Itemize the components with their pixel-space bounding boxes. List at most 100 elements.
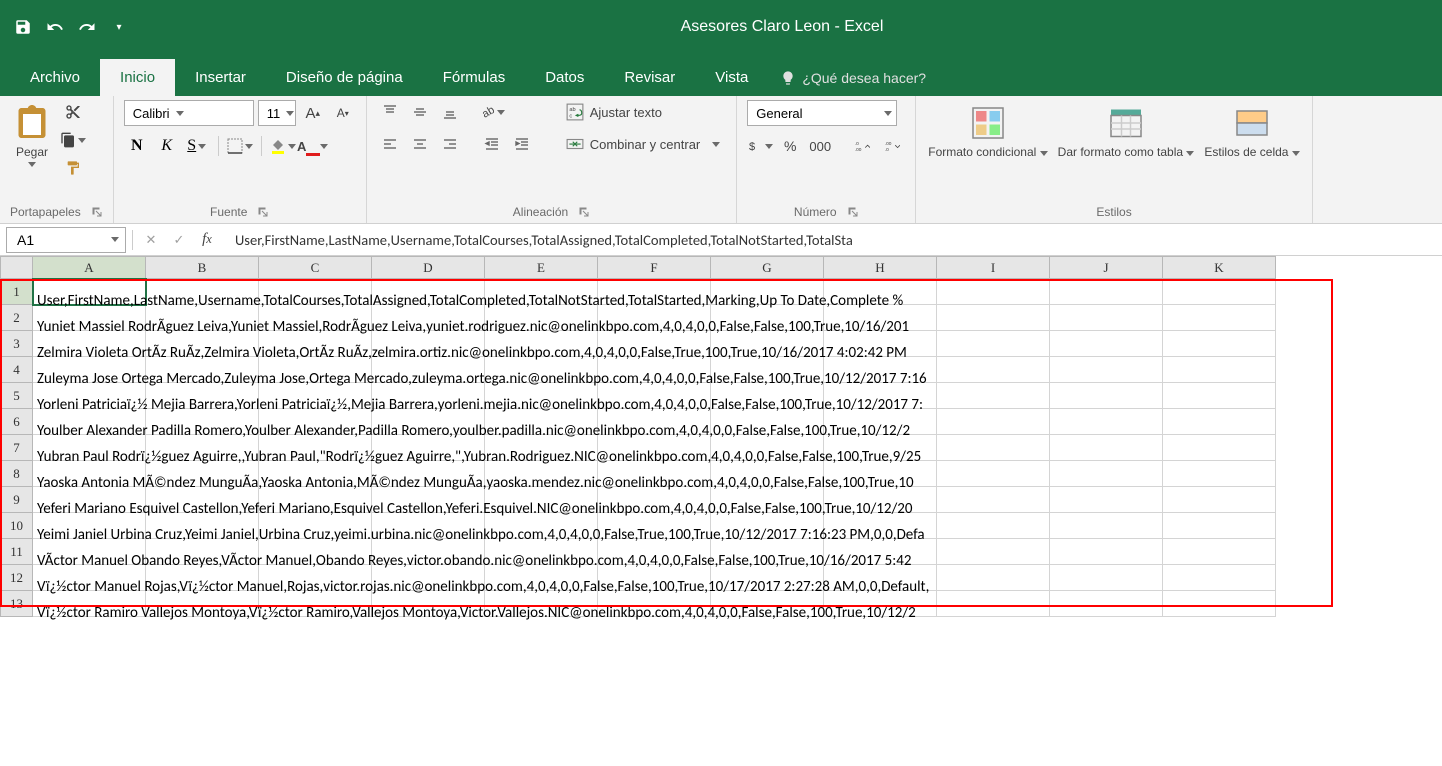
align-left-button[interactable]: [377, 132, 403, 156]
align-launcher[interactable]: [578, 206, 590, 218]
italic-button[interactable]: K: [154, 134, 180, 158]
column-header[interactable]: E: [485, 257, 598, 279]
comma-button[interactable]: 000: [807, 134, 833, 158]
qat-customize[interactable]: ▾: [106, 14, 132, 40]
undo-button[interactable]: [42, 14, 68, 40]
decrease-decimal-button[interactable]: .00.0: [879, 134, 905, 158]
font-name-combo[interactable]: Calibri: [124, 100, 254, 126]
row-header[interactable]: 8: [1, 461, 33, 487]
cell[interactable]: [1163, 591, 1276, 617]
decrease-indent-button[interactable]: [479, 132, 505, 156]
tab-datos[interactable]: Datos: [525, 59, 604, 96]
cell[interactable]: [1050, 383, 1163, 409]
column-header[interactable]: G: [711, 257, 824, 279]
increase-decimal-button[interactable]: .0.00: [849, 134, 875, 158]
row-header[interactable]: 5: [1, 383, 33, 409]
cell[interactable]: [937, 591, 1050, 617]
cell[interactable]: [937, 565, 1050, 591]
cut-button[interactable]: [60, 100, 86, 124]
cell[interactable]: [937, 409, 1050, 435]
row-header[interactable]: 2: [1, 305, 33, 331]
cell[interactable]: [937, 357, 1050, 383]
row-header[interactable]: 6: [1, 409, 33, 435]
cell[interactable]: [1050, 357, 1163, 383]
spreadsheet-grid[interactable]: ABCDEFGHIJK1User,FirstName,LastName,User…: [0, 256, 1442, 617]
align-middle-button[interactable]: [407, 100, 433, 124]
tab-revisar[interactable]: Revisar: [604, 59, 695, 96]
cell[interactable]: [1163, 279, 1276, 305]
row-header[interactable]: 12: [1, 565, 33, 591]
cell[interactable]: [1050, 591, 1163, 617]
font-launcher[interactable]: [257, 206, 269, 218]
cell-styles-button[interactable]: Estilos de celda: [1202, 100, 1301, 162]
cell[interactable]: [937, 513, 1050, 539]
cell[interactable]: [1050, 461, 1163, 487]
cell[interactable]: [1163, 565, 1276, 591]
cell[interactable]: [937, 331, 1050, 357]
cell[interactable]: [1163, 513, 1276, 539]
row-header[interactable]: 3: [1, 331, 33, 357]
column-header[interactable]: J: [1050, 257, 1163, 279]
decrease-font-button[interactable]: A▾: [330, 101, 356, 125]
font-size-combo[interactable]: 11: [258, 100, 296, 126]
insert-function-button[interactable]: fx: [195, 228, 219, 252]
tab-inicio[interactable]: Inicio: [100, 59, 175, 96]
currency-button[interactable]: $: [747, 134, 773, 158]
cell[interactable]: [937, 279, 1050, 305]
cell[interactable]: [1050, 279, 1163, 305]
copy-button[interactable]: [60, 128, 86, 152]
borders-button[interactable]: [227, 134, 253, 158]
enter-formula-button[interactable]: ✓: [167, 228, 191, 252]
cell[interactable]: [937, 461, 1050, 487]
cell[interactable]: [1163, 305, 1276, 331]
cell[interactable]: [937, 539, 1050, 565]
conditional-format-button[interactable]: Formato condicional: [926, 100, 1049, 162]
column-header[interactable]: B: [146, 257, 259, 279]
save-button[interactable]: [10, 14, 36, 40]
cell[interactable]: [1163, 435, 1276, 461]
column-header[interactable]: K: [1163, 257, 1276, 279]
tab-vista[interactable]: Vista: [695, 59, 768, 96]
cell[interactable]: [1163, 487, 1276, 513]
row-header[interactable]: 10: [1, 513, 33, 539]
align-top-button[interactable]: [377, 100, 403, 124]
row-header[interactable]: 1: [1, 279, 33, 305]
cancel-formula-button[interactable]: ✕: [139, 228, 163, 252]
align-bottom-button[interactable]: [437, 100, 463, 124]
row-header[interactable]: 9: [1, 487, 33, 513]
cell[interactable]: [937, 435, 1050, 461]
format-as-table-button[interactable]: Dar formato como tabla: [1056, 100, 1197, 162]
row-header[interactable]: 13: [1, 591, 33, 617]
cell[interactable]: [1050, 435, 1163, 461]
column-header[interactable]: D: [372, 257, 485, 279]
percent-button[interactable]: %: [777, 134, 803, 158]
redo-button[interactable]: [74, 14, 100, 40]
formula-input[interactable]: User,FirstName,LastName,Username,TotalCo…: [225, 231, 1442, 249]
cell[interactable]: [1163, 357, 1276, 383]
name-box[interactable]: A1: [6, 227, 126, 253]
cell[interactable]: [1050, 539, 1163, 565]
cell[interactable]: [1163, 383, 1276, 409]
underline-button[interactable]: S: [184, 134, 210, 158]
cell[interactable]: [937, 487, 1050, 513]
align-right-button[interactable]: [437, 132, 463, 156]
cell[interactable]: [1163, 409, 1276, 435]
cell[interactable]: [1050, 565, 1163, 591]
clipboard-launcher[interactable]: [91, 206, 103, 218]
font-color-button[interactable]: A: [300, 134, 326, 158]
increase-indent-button[interactable]: [509, 132, 535, 156]
tab-formulas[interactable]: Fórmulas: [423, 59, 526, 96]
column-header[interactable]: I: [937, 257, 1050, 279]
cell[interactable]: [1050, 331, 1163, 357]
row-header[interactable]: 4: [1, 357, 33, 383]
increase-font-button[interactable]: A▴: [300, 101, 326, 125]
column-header[interactable]: A: [33, 257, 146, 279]
align-center-button[interactable]: [407, 132, 433, 156]
select-all-corner[interactable]: [1, 257, 33, 279]
format-painter-button[interactable]: [60, 156, 86, 180]
row-header[interactable]: 11: [1, 539, 33, 565]
merge-button[interactable]: Combinar y centrar: [560, 132, 727, 156]
cell[interactable]: [937, 305, 1050, 331]
column-header[interactable]: F: [598, 257, 711, 279]
tab-archivo[interactable]: Archivo: [10, 59, 100, 96]
